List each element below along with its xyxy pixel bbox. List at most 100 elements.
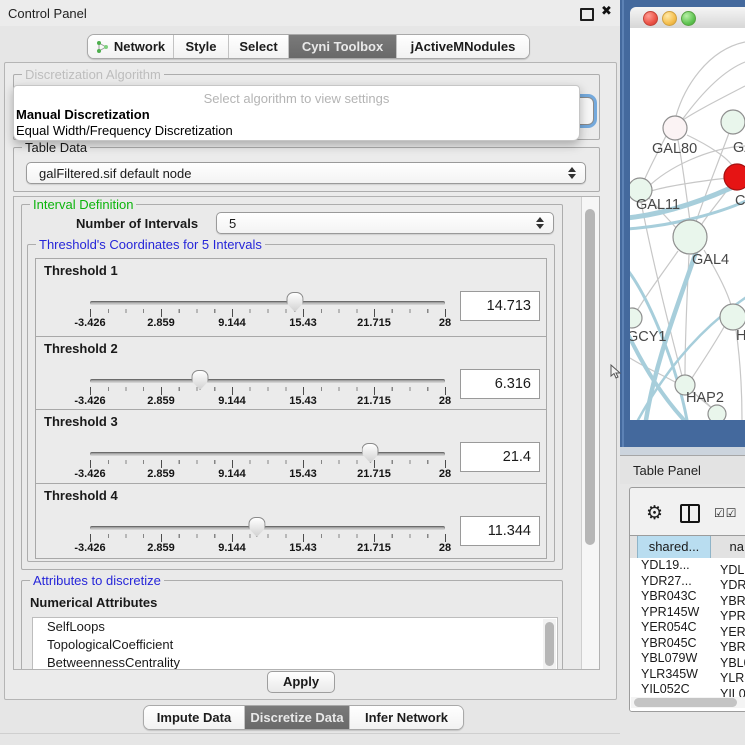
settings-gear-icon[interactable]: ⚙ (646, 502, 663, 524)
tick-label: 9.144 (218, 468, 246, 480)
option-manual-discretization[interactable]: Manual Discretization (16, 107, 150, 122)
node-label-gcy1: GCY1 (630, 329, 667, 345)
interval-definition-title: Interval Definition (30, 197, 136, 212)
tick-label: 9.144 (218, 542, 246, 554)
cell: YBL079W (630, 651, 714, 667)
node-gcy1[interactable] (630, 308, 642, 328)
threshold-4-slider-track[interactable] (90, 526, 445, 530)
number-of-intervals-combo[interactable]: 5 (216, 212, 554, 234)
window-frame-highlight (622, 0, 624, 447)
option-equal-width-frequency[interactable]: Equal Width/Frequency Discretization (16, 123, 233, 138)
tick-label: -3.426 (74, 317, 105, 329)
table-row[interactable]: YBL079WYBL0 (630, 651, 745, 667)
threshold-2-slider-track[interactable] (90, 379, 445, 383)
node-bottom[interactable] (708, 405, 726, 420)
list-item[interactable]: TopologicalCoefficient (33, 636, 557, 654)
scrollbar-thumb[interactable] (585, 209, 595, 545)
zoom-traffic-light-icon[interactable] (681, 11, 696, 26)
apply-button[interactable]: Apply (267, 671, 335, 693)
tab-infer-network[interactable]: Infer Network (350, 706, 463, 729)
cell: YER054C (630, 620, 714, 636)
settings-vertical-scrollbar[interactable] (581, 197, 599, 669)
cell: YLR345W (630, 667, 714, 683)
tick-label: 2.859 (147, 317, 175, 329)
tab-discretize-data-label: Discretize Data (250, 710, 343, 725)
network-window-titlebar[interactable] (630, 7, 745, 29)
table-panel-title: Table Panel (633, 463, 701, 478)
tab-jactivemnodules-label: jActiveMNodules (411, 39, 516, 54)
node-gal4[interactable] (673, 220, 707, 254)
table-data-title: Table Data (22, 140, 90, 155)
table-horizontal-scrollbar[interactable] (631, 697, 745, 708)
numerical-attributes-list[interactable]: SelfLoops TopologicalCoefficient Between… (32, 617, 558, 670)
threshold-3-slider-track[interactable] (90, 452, 445, 456)
table-row[interactable]: YDR27...YDR2 (630, 574, 745, 590)
close-traffic-light-icon[interactable] (643, 11, 658, 26)
threshold-3-label: Threshold 3 (44, 414, 118, 429)
table-header-row: shared... na (630, 535, 745, 559)
node-label-c: C (735, 193, 745, 209)
tick-label: 28 (439, 395, 451, 407)
tab-impute-data[interactable]: Impute Data (144, 706, 245, 729)
node-right[interactable] (720, 304, 745, 330)
tab-select[interactable]: Select (229, 35, 289, 58)
tab-style[interactable]: Style (174, 35, 229, 58)
table-row[interactable]: YER054CYER0 (630, 620, 745, 636)
tick-label: 21.715 (357, 542, 391, 554)
tab-jactivemnodules[interactable]: jActiveMNodules (397, 35, 529, 58)
cell: YDR27... (630, 574, 714, 590)
network-canvas[interactable]: GAL80 GA C GAL11 GAL4 GCY1 H HAP2 (630, 28, 745, 420)
threshold-3-value-field[interactable]: 21.4 (460, 442, 540, 472)
table-row[interactable]: YIL052CYIL0 (630, 682, 745, 698)
table-row[interactable]: YDL19...YDL1 (630, 558, 745, 574)
column-checkbox-icons[interactable]: ☑☑ (714, 506, 738, 520)
tab-network[interactable]: Network (88, 35, 174, 58)
float-window-icon[interactable] (580, 8, 594, 21)
threshold-2-value-field[interactable]: 6.316 (460, 369, 540, 399)
attributes-group-title: Attributes to discretize (30, 573, 164, 588)
table-data-combo[interactable]: galFiltered.sif default node (26, 162, 586, 184)
column-header-shared-name[interactable]: shared... (637, 536, 711, 558)
network-view-window: GAL80 GA C GAL11 GAL4 GCY1 H HAP2 (620, 0, 745, 447)
node-label-ga: GA (733, 140, 745, 156)
top-tab-strip: Network Style Select Cyni Toolbox jActiv… (87, 34, 530, 59)
node-selected-red[interactable] (724, 164, 745, 190)
bottom-tab-strip: Impute Data Discretize Data Infer Networ… (143, 705, 464, 730)
tick-label: 21.715 (357, 395, 391, 407)
cell: YDL19... (630, 558, 714, 574)
table-row[interactable]: YPR145WYPR1 (630, 605, 745, 621)
close-icon[interactable]: ✖ (601, 4, 612, 19)
node-top-right[interactable] (721, 110, 745, 134)
node-gal80[interactable] (663, 116, 687, 140)
tick-label: 15.43 (289, 395, 317, 407)
table-row[interactable]: YLR345WYLR3 (630, 667, 745, 683)
column-layout-icon[interactable] (680, 504, 700, 523)
slider-tick-labels: -3.426 2.859 9.144 15.43 21.715 28 (90, 542, 445, 554)
slider-tick-labels: -3.426 2.859 9.144 15.43 21.715 28 (90, 317, 445, 329)
tab-cyni-toolbox[interactable]: Cyni Toolbox (289, 35, 397, 58)
threshold-1-value-field[interactable]: 14.713 (460, 291, 540, 321)
table-row[interactable]: YBR043CYBR0 (630, 589, 745, 605)
list-scrollbar[interactable] (543, 619, 556, 670)
tab-cyni-toolbox-label: Cyni Toolbox (302, 39, 383, 54)
threshold-1-slider-track[interactable] (90, 301, 445, 305)
divider (0, 733, 620, 734)
tab-discretize-data[interactable]: Discretize Data (245, 706, 350, 729)
threshold-4-value-field[interactable]: 11.344 (460, 516, 540, 546)
cell: YBR045C (630, 636, 714, 652)
scrollbar-thumb[interactable] (634, 698, 737, 707)
tab-infer-network-label: Infer Network (365, 710, 448, 725)
table-row[interactable]: YBR045CYBR0 (630, 636, 745, 652)
tick-label: 15.43 (289, 542, 317, 554)
numerical-attributes-label: Numerical Attributes (30, 595, 157, 610)
slider-tick-labels: -3.426 2.859 9.144 15.43 21.715 28 (90, 395, 445, 407)
column-header-name[interactable]: na (710, 536, 745, 558)
tick-label: 9.144 (218, 317, 246, 329)
combo-stepper-icon (536, 217, 545, 229)
minimize-traffic-light-icon[interactable] (662, 11, 677, 26)
cell: YBR043C (630, 589, 714, 605)
threshold-row-1: Threshold 1 -3.426 2.859 9.144 15.43 21.… (35, 258, 547, 337)
list-item[interactable]: SelfLoops (33, 618, 557, 636)
slider-major-ticks (90, 309, 446, 317)
list-item[interactable]: BetweennessCentrality (33, 654, 557, 670)
